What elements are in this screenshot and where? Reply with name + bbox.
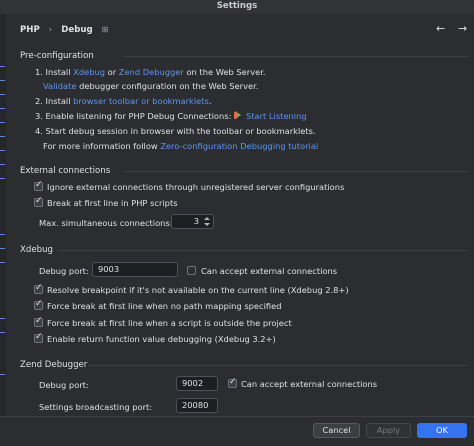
xdebug-accept-external-label: Can accept external connections (201, 266, 338, 276)
broadcast-port-label: Settings broadcasting port: (39, 402, 153, 412)
tree-marker (0, 80, 5, 81)
tree-marker (0, 94, 5, 95)
resolve-breakpoint-label: Resolve breakpoint if it's not available… (47, 285, 349, 295)
tree-marker (0, 136, 5, 137)
force-break-outside-project-checkbox[interactable] (34, 316, 43, 327)
start-listening-icon[interactable] (234, 111, 244, 120)
tree-marker (0, 164, 5, 165)
ok-button[interactable]: OK (417, 423, 467, 438)
tree-marker (0, 262, 5, 263)
start-listening-link[interactable]: Start Listening (246, 111, 307, 121)
step-text: or (105, 67, 119, 77)
preconfig-step-4: 4. Start debug session in browser with t… (35, 126, 316, 136)
step-text: . (208, 96, 212, 106)
breadcrumb-php[interactable]: PHP (20, 25, 40, 35)
zend-debugger-title: Zend Debugger (20, 360, 88, 370)
zend-accept-external-label: Can accept external connections (241, 379, 378, 389)
tree-marker (0, 178, 5, 179)
force-break-no-mapping-label: Force break at first line when no path m… (47, 301, 282, 311)
project-settings-icon: ⊞ (101, 25, 109, 34)
force-break-no-mapping-checkbox[interactable] (34, 299, 43, 310)
settings-tree-sidebar[interactable] (0, 14, 6, 445)
section-divider (124, 56, 468, 57)
xdebug-accept-external-checkbox[interactable] (187, 266, 196, 275)
ignore-external-checkbox[interactable] (34, 180, 43, 191)
force-break-outside-project-label: Force break at first line when a script … (47, 318, 292, 328)
breadcrumb-debug: Debug (61, 25, 93, 35)
max-connections-label: Max. simultaneous connections: (39, 218, 173, 228)
breadcrumb: PHP › Debug ⊞ (20, 25, 114, 35)
preconfig-more-info: For more information follow Zero-configu… (43, 141, 318, 151)
step-text: 2. Install (35, 96, 74, 106)
section-divider (88, 365, 468, 366)
step-text: 3. Enable listening for PHP Debug Connec… (35, 111, 235, 121)
tree-marker (0, 318, 5, 319)
zend-port-input[interactable]: 9002 (176, 376, 218, 391)
chevron-right-icon: › (48, 25, 53, 35)
validate-link[interactable]: Validate (43, 81, 76, 91)
spinner-up-icon[interactable] (204, 217, 210, 220)
tree-marker (0, 122, 5, 123)
return-value-debugging-label: Enable return function value debugging (… (47, 334, 276, 344)
zero-config-tutorial-link[interactable]: Zero-configuration Debugging tutorial (160, 141, 318, 151)
max-connections-spinner[interactable] (202, 214, 212, 229)
back-arrow-icon[interactable]: ← (436, 22, 445, 35)
zend-accept-external-checkbox[interactable] (228, 377, 237, 388)
section-divider (58, 250, 468, 251)
tree-marker (0, 66, 5, 67)
zend-port-label: Debug port: (39, 380, 89, 390)
xdebug-port-label: Debug port: (39, 266, 89, 276)
step-text: 1. Install (35, 67, 74, 77)
tree-marker (0, 234, 5, 235)
external-connections-title: External connections (20, 166, 111, 176)
browser-toolbar-link[interactable]: browser toolbar or bookmarklets (73, 96, 209, 106)
cancel-button[interactable]: Cancel (313, 423, 360, 438)
tree-marker (0, 332, 5, 333)
resolve-breakpoint-checkbox[interactable] (34, 283, 43, 294)
tree-marker (0, 248, 5, 249)
break-first-line-checkbox[interactable] (34, 196, 43, 207)
tree-marker (0, 108, 5, 109)
step-text: on the Web Server. (183, 67, 266, 77)
forward-arrow-icon[interactable]: → (458, 22, 467, 35)
step-text: For more information follow (43, 141, 161, 151)
preconfig-step-1: 1. Install Xdebug or Zend Debugger on th… (35, 67, 266, 77)
return-value-debugging-checkbox[interactable] (34, 332, 43, 343)
xdebug-port-input[interactable]: 9003 (92, 262, 178, 277)
xdebug-link[interactable]: Xdebug (73, 67, 105, 77)
spinner-down-icon[interactable] (204, 223, 210, 226)
preconfig-step-2: 2. Install browser toolbar or bookmarkle… (35, 96, 211, 106)
step-text: debugger configuration on the Web Server… (76, 81, 259, 91)
window-title: Settings (0, 0, 474, 14)
break-first-line-label: Break at first line in PHP scripts (47, 198, 178, 208)
preconfig-title: Pre-configuration (20, 51, 94, 61)
section-divider (126, 171, 468, 172)
xdebug-title: Xdebug (20, 245, 53, 255)
preconfig-validate: Validate debugger configuration on the W… (43, 81, 258, 91)
broadcast-port-input[interactable]: 20080 (176, 398, 218, 413)
apply-button[interactable]: Apply (366, 423, 411, 438)
zend-debugger-link[interactable]: Zend Debugger (119, 67, 184, 77)
ignore-external-label: Ignore external connections through unre… (47, 182, 345, 192)
tree-marker (0, 150, 5, 151)
preconfig-step-3: 3. Enable listening for PHP Debug Connec… (35, 111, 307, 121)
tree-marker (0, 374, 5, 375)
